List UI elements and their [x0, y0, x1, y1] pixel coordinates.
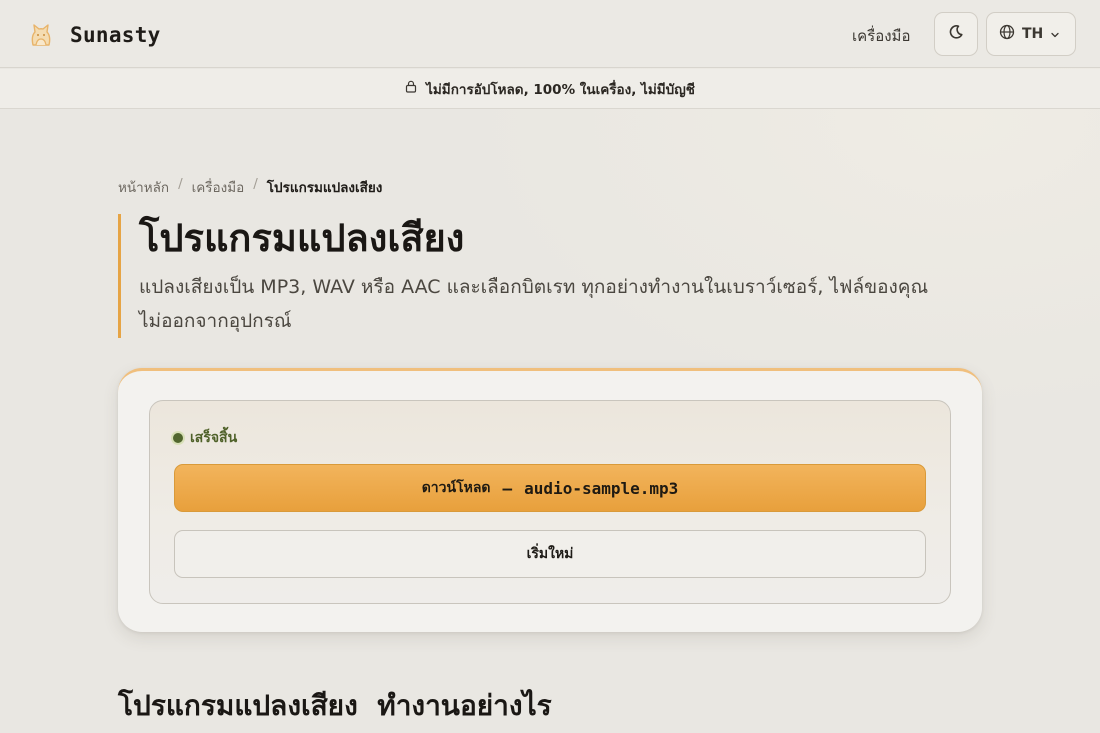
download-label: ดาวน์โหลด [421, 479, 491, 495]
moon-icon [948, 24, 964, 44]
globe-icon [999, 24, 1015, 44]
language-select[interactable]: TH [986, 12, 1076, 56]
converter-card: เสร็จสิ้น ดาวน์โหลด — audio-sample.mp3 เ… [118, 368, 982, 632]
privacy-notice-bar: ไม่มีการอัปโหลด, 100% ในเครื่อง, ไม่มีบั… [0, 69, 1100, 109]
restart-button[interactable]: เริ่มใหม่ [174, 530, 926, 578]
breadcrumb-current: โปรแกรมแปลงเสียง [266, 180, 383, 196]
page-description: แปลงเสียงเป็น MP3, WAV หรือ AAC และเลือก… [139, 276, 929, 332]
breadcrumb-separator: / [253, 176, 258, 192]
status-indicator: เสร็จสิ้น [173, 427, 237, 449]
breadcrumb-home[interactable]: หน้าหลัก [118, 176, 169, 198]
breadcrumb-tools[interactable]: เครื่องมือ [192, 176, 245, 198]
download-filename: audio-sample.mp3 [524, 478, 679, 498]
status-text: เสร็จสิ้น [190, 430, 238, 446]
download-separator: — [502, 478, 513, 498]
brand-link[interactable]: Sunasty [24, 18, 161, 52]
breadcrumb-separator: / [178, 176, 183, 192]
breadcrumb: หน้าหลัก / เครื่องมือ / โปรแกรมแปลงเสียง [118, 176, 382, 198]
how-it-works-title: โปรแกรมแปลงเสียง ทำงานอย่างไร [118, 689, 552, 722]
cat-logo-icon [24, 18, 58, 52]
page-title: โปรแกรมแปลงเสียง [139, 216, 465, 260]
lock-icon [405, 80, 417, 97]
nav-tools-link[interactable]: เครื่องมือ [852, 24, 910, 48]
result-panel: เสร็จสิ้น ดาวน์โหลด — audio-sample.mp3 เ… [149, 400, 951, 604]
status-dot-icon [173, 433, 183, 443]
chevron-down-icon [1050, 25, 1060, 44]
page-hero: โปรแกรมแปลงเสียง แปลงเสียงเป็น MP3, WAV … [118, 214, 978, 338]
language-label: TH [1022, 26, 1044, 42]
privacy-notice-text: ไม่มีการอัปโหลด, 100% ในเครื่อง, ไม่มีบั… [426, 81, 695, 98]
theme-toggle-button[interactable] [934, 12, 978, 56]
brand-name: Sunasty [70, 23, 161, 47]
top-navbar: Sunasty เครื่องมือ TH [0, 0, 1100, 68]
download-button[interactable]: ดาวน์โหลด — audio-sample.mp3 [174, 464, 926, 512]
